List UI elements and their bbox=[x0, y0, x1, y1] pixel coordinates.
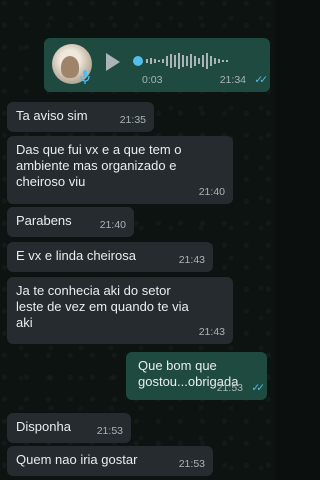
message-bubble-incoming[interactable]: Ja te conhecia aki do setor leste de vez… bbox=[7, 277, 233, 344]
read-ticks-icon: ✓✓ bbox=[254, 74, 267, 86]
message-time: 21:43 bbox=[198, 326, 225, 338]
message-text: Das que fui vx e a que tem o ambiente ma… bbox=[16, 142, 182, 189]
message-text: Ja te conhecia aki do setor leste de vez… bbox=[16, 283, 189, 330]
message-bubble-incoming[interactable]: Disponha 21:53 bbox=[7, 413, 131, 443]
audio-waveform[interactable] bbox=[132, 50, 260, 72]
message-time: 21:53 bbox=[96, 425, 123, 437]
voice-duration: 0:03 bbox=[142, 74, 163, 86]
microphone-icon bbox=[80, 70, 90, 84]
message-time: 21:53 bbox=[216, 382, 243, 394]
message-time: 21:43 bbox=[178, 254, 205, 266]
play-icon[interactable] bbox=[106, 53, 120, 71]
message-bubble-incoming[interactable]: E vx e linda cheirosa 21:43 bbox=[7, 242, 213, 272]
playback-position-dot bbox=[133, 56, 143, 66]
message-text: Ta aviso sim bbox=[16, 108, 88, 123]
message-text: Parabens bbox=[16, 213, 72, 228]
message-bubble-incoming[interactable]: Quem nao iria gostar 21:53 bbox=[7, 446, 213, 476]
message-bubble-outgoing[interactable]: Que bom que gostou...obrigada 21:53 ✓✓ bbox=[126, 352, 267, 400]
message-text: Disponha bbox=[16, 419, 71, 434]
message-time: 21:40 bbox=[198, 186, 225, 198]
chat-area[interactable]: 0:03 21:34 ✓✓ Ta aviso sim 21:35 Das que… bbox=[0, 0, 275, 480]
message-time: 21:35 bbox=[119, 114, 146, 126]
message-bubble-incoming[interactable]: Ta aviso sim 21:35 bbox=[7, 102, 154, 132]
message-bubble-incoming[interactable]: Das que fui vx e a que tem o ambiente ma… bbox=[7, 136, 233, 204]
read-ticks-icon: ✓✓ bbox=[251, 382, 264, 394]
voice-message-bubble[interactable]: 0:03 21:34 ✓✓ bbox=[44, 38, 270, 92]
message-time: 21:40 bbox=[99, 219, 126, 231]
message-time: 21:34 bbox=[219, 74, 246, 86]
message-text: E vx e linda cheirosa bbox=[16, 248, 136, 263]
message-bubble-incoming[interactable]: Parabens 21:40 bbox=[7, 207, 134, 237]
message-time: 21:53 bbox=[178, 458, 205, 470]
message-text: Quem nao iria gostar bbox=[16, 452, 138, 467]
